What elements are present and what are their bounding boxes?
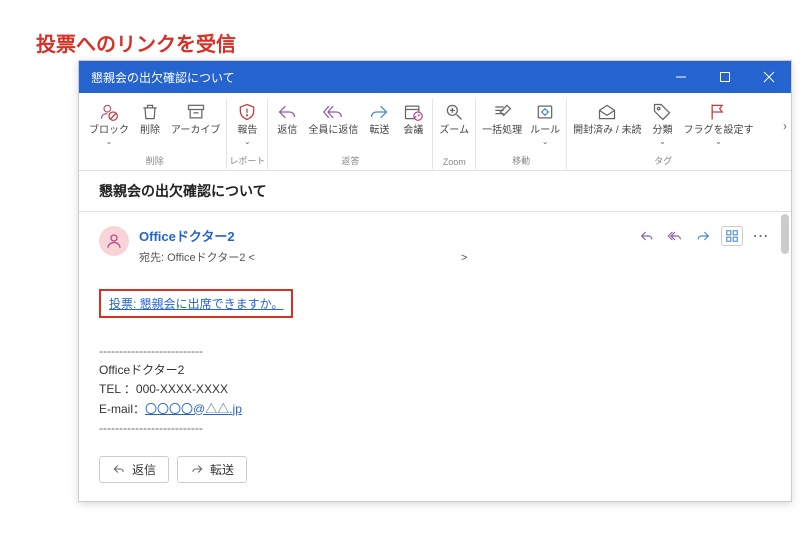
ribbon-group-zoom: ズーム Zoom	[433, 99, 476, 169]
ribbon-group-move: 一括処理 ルール ⌄ 移動	[476, 99, 567, 169]
avatar	[99, 226, 129, 256]
chevron-down-icon: ⌄	[659, 137, 666, 147]
vote-highlight-box: 投票: 懇親会に出席できますか。	[99, 289, 293, 318]
sig-tel: TEL ：000-XXXX-XXXX	[99, 380, 771, 399]
calendar-meeting-icon	[402, 101, 424, 123]
sweep-icon	[491, 101, 513, 123]
message-actions: ⋯	[637, 226, 771, 246]
reply-all-action[interactable]	[665, 226, 685, 246]
group-label-respond: 返答	[341, 154, 359, 169]
read-unread-button[interactable]: 開封済み / 未読	[569, 99, 645, 149]
delete-button[interactable]: 削除	[133, 99, 167, 149]
group-label-move: 移動	[512, 154, 530, 169]
vote-link[interactable]: 投票: 懇親会に出席できますか。	[109, 297, 283, 311]
flag-icon	[707, 101, 729, 123]
chevron-down-icon: ⌄	[542, 137, 549, 147]
forward-bottom-button[interactable]: 転送	[177, 456, 247, 483]
ribbon-group-respond: 返信 全員に返信 転送	[268, 99, 433, 169]
annotation-title: 投票へのリンクを受信	[36, 28, 236, 57]
reply-button[interactable]: 返信	[270, 99, 304, 139]
zoom-button[interactable]: ズーム	[435, 99, 473, 139]
message-body: Officeドクター2 宛先: Officeドクター2 < >	[79, 212, 791, 501]
shield-icon	[236, 101, 258, 123]
more-action[interactable]: ⋯	[751, 226, 771, 246]
category-button[interactable]: 分類 ⌄	[645, 99, 679, 149]
window-title: 懇親会の出欠確認について	[91, 69, 659, 86]
zoom-icon	[443, 101, 465, 123]
reply-bar: 返信 転送	[99, 456, 771, 483]
group-label-report: レポート	[229, 154, 265, 169]
flag-button[interactable]: フラグを設定す ⌄	[679, 99, 757, 149]
reply-bottom-button[interactable]: 返信	[99, 456, 169, 483]
maximize-button[interactable]	[703, 61, 747, 93]
recipient-line: 宛先: Officeドクター2 < >	[139, 249, 627, 265]
archive-button[interactable]: アーカイブ	[167, 99, 224, 149]
outlook-window: 懇親会の出欠確認について ブロック ⌄	[78, 60, 792, 502]
report-button[interactable]: 報告 ⌄	[230, 99, 264, 149]
subject: 懇親会の出欠確認について	[79, 171, 791, 212]
tag-icon	[651, 101, 673, 123]
forward-icon	[368, 101, 390, 123]
reply-icon	[276, 101, 298, 123]
trash-icon	[139, 101, 161, 123]
chevron-down-icon: ⌄	[106, 137, 113, 147]
minimize-button[interactable]	[659, 61, 703, 93]
reply-all-button[interactable]: 全員に返信	[304, 99, 362, 139]
batch-button[interactable]: 一括処理	[478, 99, 526, 149]
ribbon-group-tag: 開封済み / 未読 分類 ⌄ フラグを設定す ⌄ タグ	[567, 99, 759, 169]
forward-action[interactable]	[693, 226, 713, 246]
envelope-open-icon	[596, 101, 618, 123]
ribbon-scroll-right[interactable]: ›	[783, 119, 787, 133]
reply-all-icon	[322, 101, 344, 123]
rule-icon	[534, 101, 556, 123]
titlebar: 懇親会の出欠確認について	[79, 61, 791, 93]
forward-button[interactable]: 転送	[362, 99, 396, 139]
sender-row: Officeドクター2 宛先: Officeドクター2 < >	[99, 226, 771, 265]
sig-email-link[interactable]: 〇〇〇〇@△△.jp	[145, 402, 242, 416]
block-icon	[98, 101, 120, 123]
block-button[interactable]: ブロック ⌄	[85, 99, 133, 149]
archive-icon	[185, 101, 207, 123]
ribbon: ブロック ⌄ 削除 アーカイブ 削除	[79, 93, 791, 171]
rule-button[interactable]: ルール ⌄	[526, 99, 564, 149]
group-label-zoom: Zoom	[443, 157, 466, 169]
ribbon-group-delete: ブロック ⌄ 削除 アーカイブ 削除	[83, 99, 227, 169]
signature: -------------------------- Officeドクター2 T…	[99, 342, 771, 438]
scrollbar[interactable]	[781, 214, 789, 254]
reply-action[interactable]	[637, 226, 657, 246]
sig-name: Officeドクター2	[99, 361, 771, 380]
close-button[interactable]	[747, 61, 791, 93]
ribbon-group-report: 報告 ⌄ レポート	[227, 99, 268, 169]
meeting-button[interactable]: 会議	[396, 99, 430, 139]
group-label-delete: 削除	[146, 154, 164, 169]
chevron-down-icon: ⌄	[244, 137, 251, 147]
sig-email: E-mail：〇〇〇〇@△△.jp	[99, 400, 771, 419]
grid-action[interactable]	[721, 226, 743, 246]
chevron-down-icon: ⌄	[715, 137, 722, 147]
sender-name: Officeドクター2	[139, 226, 627, 245]
group-label-tag: タグ	[654, 154, 672, 169]
